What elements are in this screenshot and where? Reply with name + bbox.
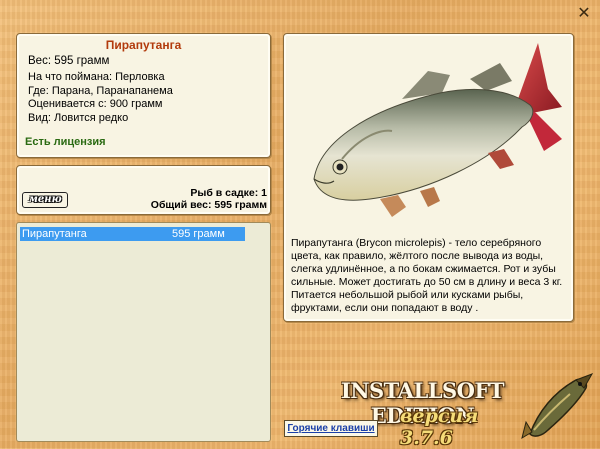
- version-label: версия 3.7.6: [400, 405, 479, 449]
- catch-list[interactable]: Пирапутанга 595 грамм: [16, 222, 271, 442]
- detail-valuation: Оценивается с: 900 грамм: [28, 98, 163, 110]
- list-item-name: Пирапутанга: [22, 228, 87, 240]
- pike-logo-icon: [521, 373, 594, 440]
- hotkeys-link[interactable]: Горячие клавиши: [284, 420, 378, 437]
- close-button[interactable]: ✕: [575, 4, 593, 22]
- fish-card-panel: Пирапутанга (Brycon microlepis) - тело с…: [283, 33, 574, 322]
- fish-description: Пирапутанга (Brycon microlepis) - тело с…: [291, 237, 563, 314]
- fish-illustration-icon: [313, 43, 562, 217]
- total-weight: Общий вес: 595 грамм: [150, 199, 267, 211]
- list-item-weight: 595 грамм: [172, 228, 225, 240]
- fish-name-title: Пирапутанга: [105, 38, 182, 52]
- fish-count: Рыб в садке: 1: [190, 187, 267, 199]
- fish-info-panel: Пирапутанга Вес: 595 грамм На что пойман…: [16, 33, 271, 158]
- fish-weight: Вес: 595 грамм: [28, 55, 110, 67]
- keepnet-stats: Рыб в садке: 1 Общий вес: 595 грамм: [151, 187, 267, 211]
- detail-rarity: Вид: Ловится редко: [28, 111, 129, 124]
- detail-location: Где: Парана, Паранапанема: [28, 84, 173, 97]
- list-item[interactable]: Пирапутанга 595 грамм: [20, 227, 245, 241]
- keepnet-summary-panel: меню Рыб в садке: 1 Общий вес: 595 грамм: [16, 165, 271, 215]
- detail-bait: На что поймана: Перловка: [28, 71, 165, 83]
- menu-button[interactable]: меню: [22, 192, 68, 208]
- fish-details: На что поймана: Перловка Где: Парана, Па…: [28, 71, 173, 125]
- license-status: Есть лицензия: [25, 136, 106, 148]
